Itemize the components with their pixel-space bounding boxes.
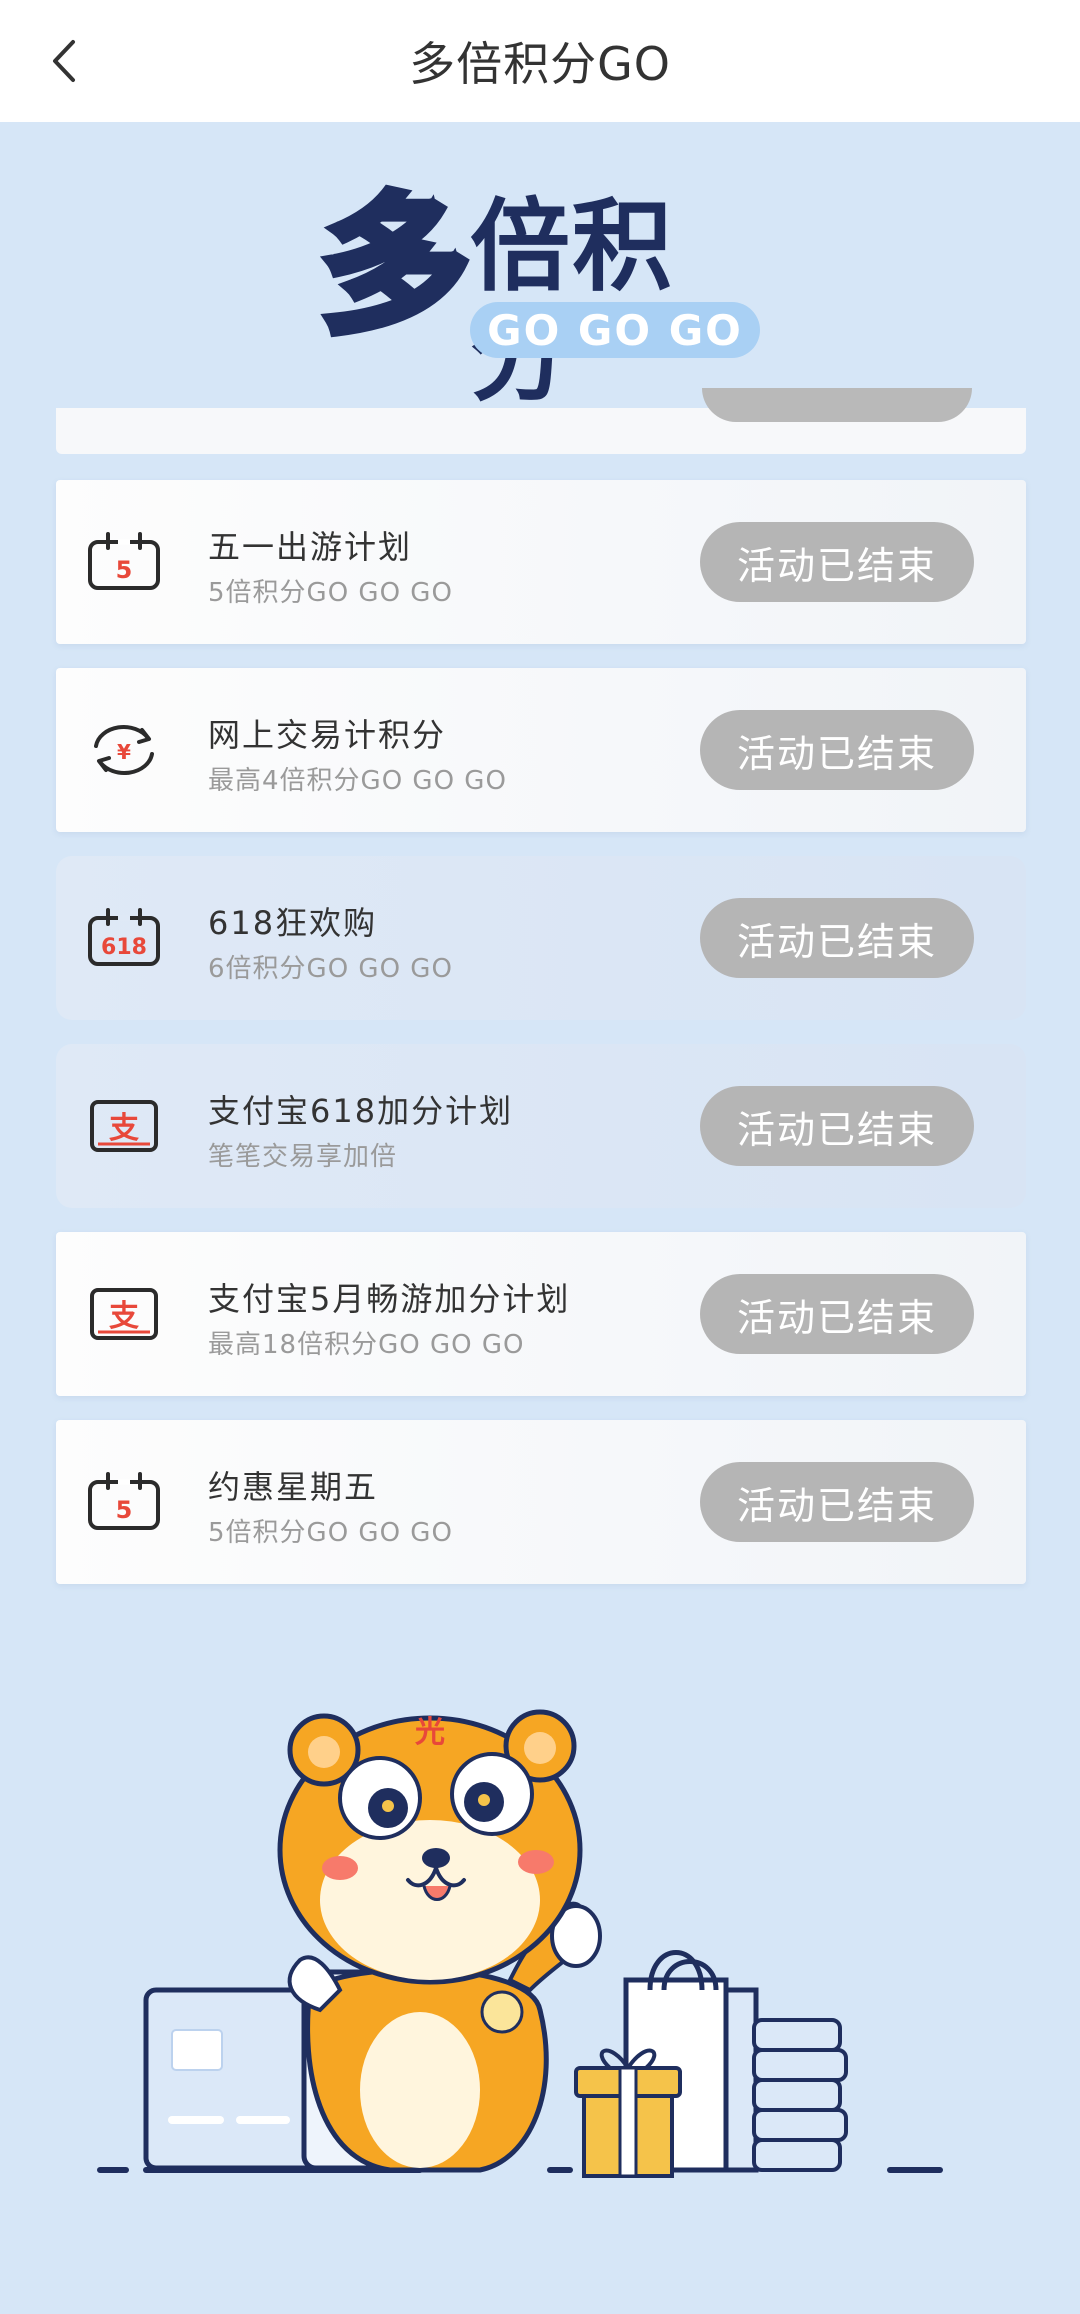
partial-status-button <box>702 388 972 422</box>
yuan-exchange-icon: ¥ <box>86 718 162 782</box>
activity-card[interactable]: 支 支付宝618加分计划 笔笔交易享加倍 活动已结束 <box>56 1044 1026 1208</box>
tiger-mascot: 光 <box>277 1709 602 2173</box>
chevron-left-icon <box>53 40 75 82</box>
logo-tagline: GO GO GO <box>470 302 760 358</box>
activity-title: 约惠星期五 <box>208 1468 379 1506</box>
svg-text:光: 光 <box>415 1715 445 1750</box>
alipay-icon: 支 <box>86 1094 162 1158</box>
activity-title: 网上交易计积分 <box>208 716 447 754</box>
activity-title: 五一出游计划 <box>208 528 413 566</box>
activity-card[interactable]: 5 约惠星期五 5倍积分GO GO GO 活动已结束 <box>56 1420 1026 1584</box>
activity-card[interactable]: 支 支付宝5月畅游加分计划 最高18倍积分GO GO GO 活动已结束 <box>56 1232 1026 1396</box>
page-title: 多倍积分GO <box>409 37 671 91</box>
promo-banner: 多 倍积分 GO GO GO <box>0 122 1080 412</box>
activity-card[interactable]: 5 五一出游计划 5倍积分GO GO GO 活动已结束 <box>56 480 1026 644</box>
multi-points-logo: 多 倍积分 GO GO GO <box>316 178 760 412</box>
svg-text:5: 5 <box>116 556 133 584</box>
activity-subtitle: 5倍积分GO GO GO <box>208 1518 453 1548</box>
activity-ended-button[interactable]: 活动已结束 <box>700 1274 974 1354</box>
activity-ended-button[interactable]: 活动已结束 <box>700 522 974 602</box>
coin-stack-icon <box>752 2018 848 2172</box>
activity-subtitle: 笔笔交易享加倍 <box>208 1142 398 1172</box>
svg-text:支: 支 <box>109 1111 139 1146</box>
bank-card-icon <box>143 1987 319 2171</box>
logo-big-char: 多 <box>316 178 474 356</box>
top-nav-bar: 多倍积分GO <box>0 0 1080 122</box>
partial-activity-card <box>56 388 1026 454</box>
activity-ended-button[interactable]: 活动已结束 <box>700 1462 974 1542</box>
activity-ended-button[interactable]: 活动已结束 <box>700 1086 974 1166</box>
gift-box-icon <box>574 2048 682 2178</box>
activity-title: 支付宝618加分计划 <box>208 1092 514 1130</box>
activity-subtitle: 6倍积分GO GO GO <box>208 954 453 984</box>
svg-text:5: 5 <box>116 1496 133 1524</box>
activity-card[interactable]: ¥ 网上交易计积分 最高4倍积分GO GO GO 活动已结束 <box>56 668 1026 832</box>
activity-title: 618狂欢购 <box>208 904 378 942</box>
back-button[interactable] <box>30 26 100 96</box>
svg-text:618: 618 <box>101 935 147 960</box>
tiger-mascot-illustration: 光 <box>90 1690 950 2210</box>
svg-text:¥: ¥ <box>117 740 131 764</box>
activity-title: 支付宝5月畅游加分计划 <box>208 1280 571 1318</box>
svg-text:支: 支 <box>109 1299 139 1334</box>
activity-card[interactable]: 618 618狂欢购 6倍积分GO GO GO 活动已结束 <box>56 856 1026 1020</box>
calendar-5-icon: 5 <box>86 530 162 594</box>
activity-subtitle: 5倍积分GO GO GO <box>208 578 453 608</box>
calendar-5-icon: 5 <box>86 1470 162 1534</box>
calendar-618-icon: 618 <box>86 906 162 970</box>
alipay-icon: 支 <box>86 1282 162 1346</box>
activity-subtitle: 最高18倍积分GO GO GO <box>208 1330 525 1360</box>
activity-list: 5 五一出游计划 5倍积分GO GO GO 活动已结束 ¥ 网上交易计积分 最高… <box>56 480 1026 1608</box>
activity-ended-button[interactable]: 活动已结束 <box>700 898 974 978</box>
activity-ended-button[interactable]: 活动已结束 <box>700 710 974 790</box>
activity-subtitle: 最高4倍积分GO GO GO <box>208 766 507 796</box>
